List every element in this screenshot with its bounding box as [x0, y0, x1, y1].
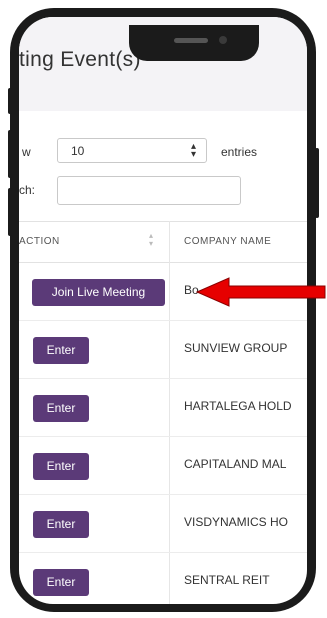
enter-button[interactable]: Enter: [33, 453, 89, 480]
speaker-icon: [174, 38, 208, 43]
table-row: Enter VISDYNAMICS HO: [19, 495, 307, 553]
entries-select[interactable]: 10 ▴ ▾: [57, 138, 207, 163]
search-label: ch:: [19, 183, 36, 197]
table-row: Enter CAPITALAND MAL: [19, 437, 307, 495]
company-name: VISDYNAMICS HO: [184, 515, 289, 529]
column-header-company[interactable]: COMPANY NAME: [184, 236, 271, 247]
phone-screen: ting Event(s) w 10 ▴ ▾ entries ch: ACTION…: [19, 17, 307, 604]
enter-button[interactable]: Enter: [33, 337, 89, 364]
enter-button[interactable]: Enter: [33, 511, 89, 538]
phone-side-button-left: [8, 130, 12, 178]
enter-button[interactable]: Enter: [33, 569, 89, 596]
phone-side-button-right: [315, 148, 319, 218]
company-name: SENTRAL REIT: [184, 573, 270, 587]
company-name: SUNVIEW GROUP: [184, 341, 288, 355]
sort-icon[interactable]: ▴ ▾: [149, 232, 153, 248]
table-header: ACTION ▴ ▾ COMPANY NAME: [19, 221, 307, 263]
entries-label: entries: [221, 145, 258, 159]
table-row: Enter SUNVIEW GROUP: [19, 321, 307, 379]
company-name: HARTALEGA HOLD: [184, 399, 292, 413]
table-row: Enter HARTALEGA HOLD: [19, 379, 307, 437]
entries-select-value: 10: [71, 144, 85, 158]
table-row: Enter SENTRAL REIT: [19, 553, 307, 604]
phone-side-button-left: [8, 188, 12, 236]
show-label: w: [22, 145, 31, 159]
join-live-meeting-button[interactable]: Join Live Meeting: [32, 279, 165, 306]
column-header-action[interactable]: ACTION: [19, 236, 60, 247]
enter-button[interactable]: Enter: [33, 395, 89, 422]
phone-side-button-left: [8, 88, 12, 114]
red-arrow-icon: [195, 277, 326, 307]
page-title: ting Event(s): [19, 48, 141, 71]
phone-notch: [129, 25, 259, 61]
sort-arrows-icon: ▴ ▾: [190, 141, 196, 160]
company-name: CAPITALAND MAL: [184, 457, 287, 471]
search-input[interactable]: [57, 176, 241, 205]
camera-icon: [219, 36, 227, 44]
